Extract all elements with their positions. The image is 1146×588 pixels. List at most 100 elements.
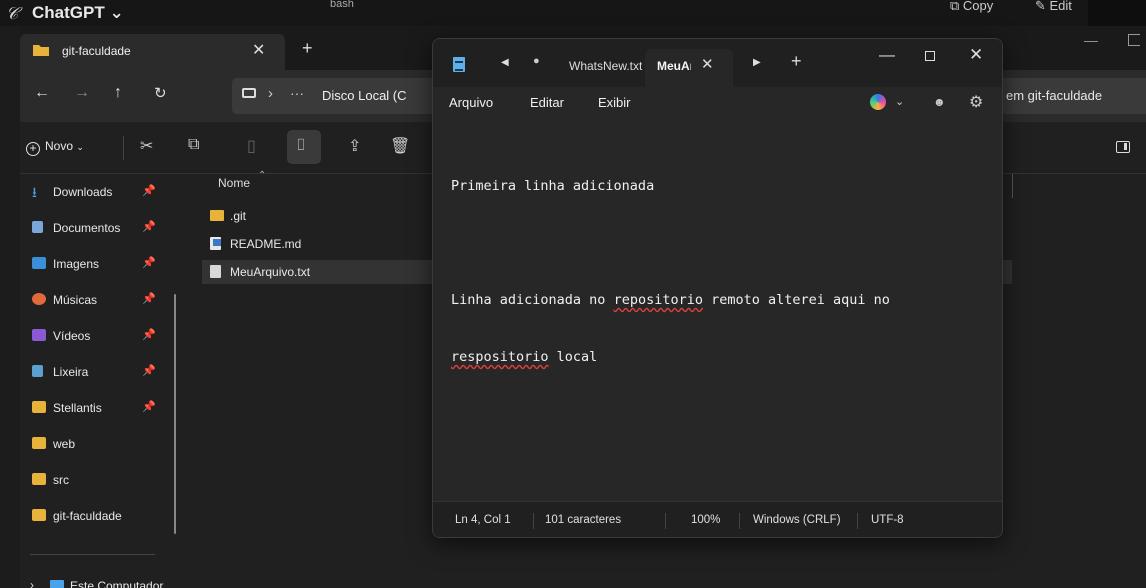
status-divider: [665, 513, 666, 529]
maximize-icon[interactable]: [1128, 34, 1140, 46]
sidebar-item-label: Vídeos: [53, 329, 91, 343]
notepad-menu-bar: Arquivo Editar Exibir ⌄ ☻ ⚙: [433, 87, 1002, 119]
minimize-icon[interactable]: —: [1084, 32, 1098, 48]
sidebar-item-este-computador[interactable]: › Este Computador: [30, 576, 170, 588]
notepad-status-bar: Ln 4, Col 1 101 caracteres 100% Windows …: [433, 501, 1002, 537]
paste-icon[interactable]: ▯: [247, 136, 256, 156]
status-line-ending[interactable]: Windows (CRLF): [753, 514, 841, 526]
column-divider[interactable]: [1012, 174, 1013, 198]
new-button[interactable]: + Novo ⌄: [26, 139, 84, 156]
tab-whatsnew[interactable]: WhatsNew.txt: [569, 59, 643, 73]
misspelled-word: repositorio: [613, 292, 703, 308]
sidebar-item-web[interactable]: web: [32, 434, 182, 456]
new-tab-icon[interactable]: +: [791, 51, 802, 72]
sidebar-item-src[interactable]: src: [32, 470, 182, 492]
gear-icon[interactable]: ⚙: [969, 92, 983, 112]
folder-icon: [32, 473, 46, 485]
scroll-tabs-left-icon[interactable]: ◀: [501, 57, 509, 68]
menu-exibir[interactable]: Exibir: [598, 95, 631, 110]
menu-arquivo[interactable]: Arquivo: [449, 95, 493, 110]
edit-button[interactable]: ✎ Edit: [1035, 0, 1072, 14]
status-zoom[interactable]: 100%: [691, 514, 720, 526]
text-segment: remoto alterei aqui no: [702, 292, 890, 308]
bash-label: bash: [330, 0, 354, 10]
maximize-icon[interactable]: [925, 51, 935, 61]
sidebar-item-imagens[interactable]: Imagens 📌: [32, 254, 182, 276]
sidebar-item-musicas[interactable]: Músicas 📌: [32, 290, 182, 312]
explorer-tab[interactable]: git-faculdade ✕: [20, 34, 285, 70]
notepad-window: ◀ ● WhatsNew.txt MeuArquivo.txt ✕ ▶ + — …: [432, 38, 1003, 538]
rename-button[interactable]: ⌷: [287, 130, 321, 164]
sidebar-item-documentos[interactable]: Documentos 📌: [32, 218, 182, 240]
sort-ascending-icon: ⌃: [258, 170, 267, 181]
top-strip-dark-area: [1088, 0, 1146, 26]
unsaved-dot-icon: ●: [533, 55, 540, 67]
breadcrumb-disco-local[interactable]: Disco Local (C: [322, 88, 407, 103]
sidebar-item-label: Downloads: [53, 185, 113, 199]
tab-label: MeuArquivo.txt: [657, 59, 691, 73]
status-divider: [739, 513, 740, 529]
status-encoding[interactable]: UTF-8: [871, 514, 904, 526]
navigation-sidebar: ⭳ Downloads 📌 Documentos 📌 Imagens 📌 Mús…: [20, 174, 180, 588]
copy-icon[interactable]: ⧉: [188, 136, 199, 154]
delete-icon[interactable]: 🗑: [390, 136, 410, 156]
chevron-right-icon: ›: [268, 85, 273, 102]
new-tab-icon[interactable]: +: [302, 38, 313, 59]
status-char-count: 101 caracteres: [545, 514, 622, 526]
menu-editar[interactable]: Editar: [530, 95, 564, 110]
sidebar-scrollbar[interactable]: [174, 294, 176, 534]
breadcrumb-overflow[interactable]: ···: [290, 85, 304, 101]
close-window-icon[interactable]: ✕: [969, 45, 983, 65]
sidebar-item-git-faculdade[interactable]: git-faculdade: [32, 506, 182, 528]
video-icon: [32, 329, 46, 341]
copy-button[interactable]: ⧉ Copy: [950, 0, 993, 14]
pin-icon: 📌: [142, 185, 156, 197]
copilot-icon[interactable]: [870, 94, 886, 110]
music-icon: [32, 293, 46, 305]
sidebar-item-lixeira[interactable]: Lixeira 📌: [32, 362, 182, 384]
up-arrow-icon[interactable]: ↑: [114, 84, 122, 102]
pin-icon: 📌: [142, 401, 156, 413]
address-bar[interactable]: › ··· Disco Local (C: [232, 78, 442, 114]
minimize-icon[interactable]: —: [879, 47, 895, 65]
back-arrow-icon[interactable]: ←: [34, 84, 50, 102]
folder-icon: [32, 437, 46, 449]
chevron-right-icon[interactable]: ›: [30, 578, 34, 588]
sidebar-item-label: git-faculdade: [53, 509, 122, 523]
folder-icon: [33, 45, 49, 56]
close-tab-icon[interactable]: ✕: [701, 55, 714, 73]
column-header-name[interactable]: Nome: [218, 176, 250, 190]
pin-icon: 📌: [142, 257, 156, 269]
forward-arrow-icon[interactable]: →: [74, 84, 90, 102]
status-divider: [857, 513, 858, 529]
chevron-down-icon[interactable]: ⌄: [895, 95, 904, 108]
notepad-text-area[interactable]: Primeira linha adicionada Linha adiciona…: [433, 119, 1002, 499]
cut-icon[interactable]: ✂: [140, 136, 153, 156]
close-tab-icon[interactable]: ✕: [252, 40, 265, 60]
sidebar-item-stellantis[interactable]: Stellantis 📌: [32, 398, 182, 420]
details-pane-icon[interactable]: [1116, 141, 1130, 153]
new-button-label: Novo: [45, 139, 74, 153]
chevron-down-icon: ⌄: [76, 142, 84, 152]
sidebar-item-downloads[interactable]: ⭳ Downloads 📌: [32, 182, 182, 204]
folder-icon: [210, 210, 224, 221]
sidebar-item-label: Stellantis: [53, 401, 102, 415]
explorer-tab-label: git-faculdade: [62, 44, 131, 58]
share-icon[interactable]: ⇪: [348, 136, 361, 156]
pin-icon: 📌: [142, 365, 156, 377]
search-input[interactable]: em git-faculdade: [1000, 78, 1146, 114]
chatgpt-title[interactable]: ChatGPT ⌄: [32, 3, 124, 23]
sidebar-item-label: Documentos: [53, 221, 121, 235]
sidebar-item-videos[interactable]: Vídeos 📌: [32, 326, 182, 348]
refresh-icon[interactable]: ↻: [154, 84, 167, 102]
browser-top-strip: 𝒞 ChatGPT ⌄ bash ⧉ Copy ✎ Edit: [0, 0, 1146, 26]
sidebar-item-label: Músicas: [53, 293, 98, 307]
pin-icon: 📌: [142, 293, 156, 305]
account-icon[interactable]: ☻: [933, 95, 946, 109]
monitor-icon: [50, 580, 64, 588]
rename-icon: ⌷: [296, 137, 306, 154]
scroll-tabs-right-icon[interactable]: ▶: [753, 57, 761, 68]
tab-meuarquivo[interactable]: MeuArquivo.txt ✕: [645, 49, 733, 87]
notepad-title-bar: ◀ ● WhatsNew.txt MeuArquivo.txt ✕ ▶ + — …: [433, 39, 1002, 87]
notepad-app-icon: [453, 57, 465, 72]
